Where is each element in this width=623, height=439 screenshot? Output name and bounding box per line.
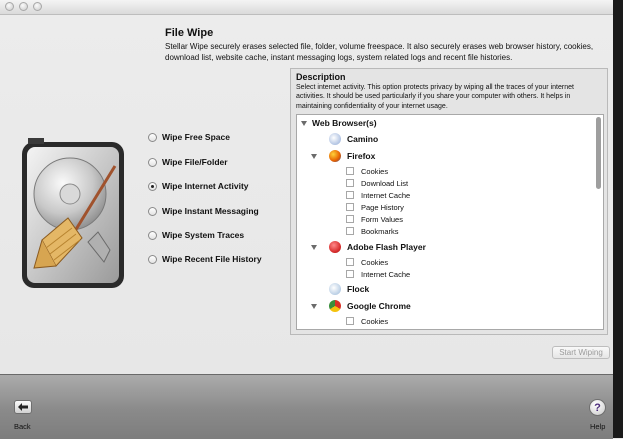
- firefox-icon: [329, 150, 341, 162]
- radio-wipe-internet-activity[interactable]: [148, 181, 157, 191]
- page-subtitle: Stellar Wipe securely erases selected fi…: [165, 42, 594, 62]
- close-window-button[interactable]: [5, 2, 14, 11]
- title-bar: [0, 0, 613, 15]
- tree-item-flash-cookies[interactable]: Cookies: [346, 256, 603, 268]
- back-arrow-icon: [18, 403, 28, 411]
- tree-browser-camino[interactable]: Camino: [329, 133, 603, 145]
- item-label: Download List: [361, 178, 409, 188]
- checkbox-firefox-cookies[interactable]: [346, 167, 354, 175]
- tree-item-flash-internet-cache[interactable]: Internet Cache: [346, 268, 603, 280]
- option-label: Wipe System Traces: [162, 230, 245, 240]
- minimize-window-button[interactable]: [19, 2, 28, 11]
- item-label: Cookies: [361, 316, 389, 326]
- back-button[interactable]: [14, 400, 32, 414]
- hard-drive-broom-icon: [20, 136, 128, 292]
- checkbox-firefox-bookmarks[interactable]: [346, 227, 354, 235]
- radio-wipe-file-folder[interactable]: [148, 157, 157, 167]
- tree-item-firefox-form-values[interactable]: Form Values: [346, 213, 603, 225]
- tree-root-web-browsers[interactable]: Web Browser(s): [301, 117, 597, 129]
- chrome-icon: [329, 300, 341, 312]
- radio-wipe-free-space[interactable]: [148, 132, 157, 142]
- help-label: Help: [590, 422, 606, 431]
- tree-item-firefox-cookies[interactable]: Cookies: [346, 165, 603, 177]
- camino-icon: [329, 133, 341, 145]
- browser-label: Flock: [347, 284, 370, 294]
- option-label: Wipe Recent File History: [162, 254, 262, 264]
- tree-item-firefox-page-history[interactable]: Page History: [346, 201, 603, 213]
- app-window: File Wipe Stellar Wipe securely erases s…: [0, 0, 614, 439]
- radio-wipe-recent-file-history[interactable]: [148, 254, 157, 264]
- checkbox-chrome-cookies[interactable]: [346, 317, 354, 325]
- option-wipe-system-traces[interactable]: Wipe System Traces: [148, 228, 288, 242]
- option-wipe-free-space[interactable]: Wipe Free Space: [148, 130, 288, 144]
- item-label: Form Values: [361, 214, 403, 224]
- flock-icon: [329, 283, 341, 295]
- item-label: Internet Cache: [361, 269, 411, 279]
- item-label: Page History: [361, 202, 404, 212]
- option-label: Wipe Free Space: [162, 132, 230, 142]
- tree-item-firefox-download-list[interactable]: Download List: [346, 177, 603, 189]
- radio-wipe-instant-messaging[interactable]: [148, 206, 157, 216]
- option-wipe-instant-messaging[interactable]: Wipe Instant Messaging: [148, 204, 288, 218]
- checkbox-firefox-download-list[interactable]: [346, 179, 354, 187]
- tree-item-firefox-internet-cache[interactable]: Internet Cache: [346, 189, 603, 201]
- checkbox-flash-cookies[interactable]: [346, 258, 354, 266]
- item-label: Cookies: [361, 257, 389, 267]
- browser-tree[interactable]: Web Browser(s) Camino Firefox Cookies Do…: [296, 114, 604, 330]
- option-wipe-recent-file-history[interactable]: Wipe Recent File History: [148, 252, 288, 266]
- option-label: Wipe File/Folder: [162, 157, 228, 167]
- tree-browser-google-chrome[interactable]: Google Chrome: [311, 300, 603, 312]
- checkbox-firefox-page-history[interactable]: [346, 203, 354, 211]
- tree-item-chrome-cookies[interactable]: Cookies: [346, 315, 603, 327]
- browser-label: Camino: [347, 134, 379, 144]
- item-label: Cookies: [361, 166, 389, 176]
- option-label: Wipe Instant Messaging: [162, 206, 259, 216]
- item-label: Bookmarks: [361, 226, 399, 236]
- option-label: Wipe Internet Activity: [162, 181, 249, 191]
- option-wipe-internet-activity[interactable]: Wipe Internet Activity: [148, 179, 288, 193]
- bottom-toolbar: [0, 374, 613, 439]
- browser-label: Google Chrome: [347, 301, 411, 311]
- tree-browser-firefox[interactable]: Firefox: [311, 150, 603, 162]
- back-label: Back: [14, 422, 31, 431]
- flash-player-icon: [329, 241, 341, 253]
- help-button[interactable]: ?: [589, 399, 606, 416]
- checkbox-firefox-internet-cache[interactable]: [346, 191, 354, 199]
- zoom-window-button[interactable]: [33, 2, 42, 11]
- window-edge: [613, 0, 623, 438]
- description-title: Description: [296, 72, 346, 82]
- page-title: File Wipe: [165, 27, 214, 39]
- tree-browser-adobe-flash-player[interactable]: Adobe Flash Player: [311, 241, 603, 253]
- checkbox-flash-internet-cache[interactable]: [346, 270, 354, 278]
- disclosure-triangle-icon[interactable]: [311, 153, 317, 159]
- disclosure-triangle-icon[interactable]: [311, 303, 317, 309]
- radio-wipe-system-traces[interactable]: [148, 230, 157, 240]
- tree-item-firefox-bookmarks[interactable]: Bookmarks: [346, 225, 603, 237]
- tree-root-label: Web Browser(s): [312, 118, 377, 128]
- browser-label: Firefox: [347, 151, 376, 161]
- item-label: Internet Cache: [361, 190, 411, 200]
- help-icon: ?: [594, 401, 601, 414]
- disclosure-triangle-icon[interactable]: [311, 244, 317, 250]
- start-wiping-button[interactable]: Start Wiping: [552, 346, 610, 359]
- disclosure-triangle-icon[interactable]: [301, 120, 307, 126]
- description-text: Select internet activity. This option pr…: [296, 84, 574, 110]
- tree-browser-flock[interactable]: Flock: [329, 283, 603, 295]
- option-wipe-file-folder[interactable]: Wipe File/Folder: [148, 155, 288, 169]
- browser-label: Adobe Flash Player: [347, 242, 426, 252]
- checkbox-firefox-form-values[interactable]: [346, 215, 354, 223]
